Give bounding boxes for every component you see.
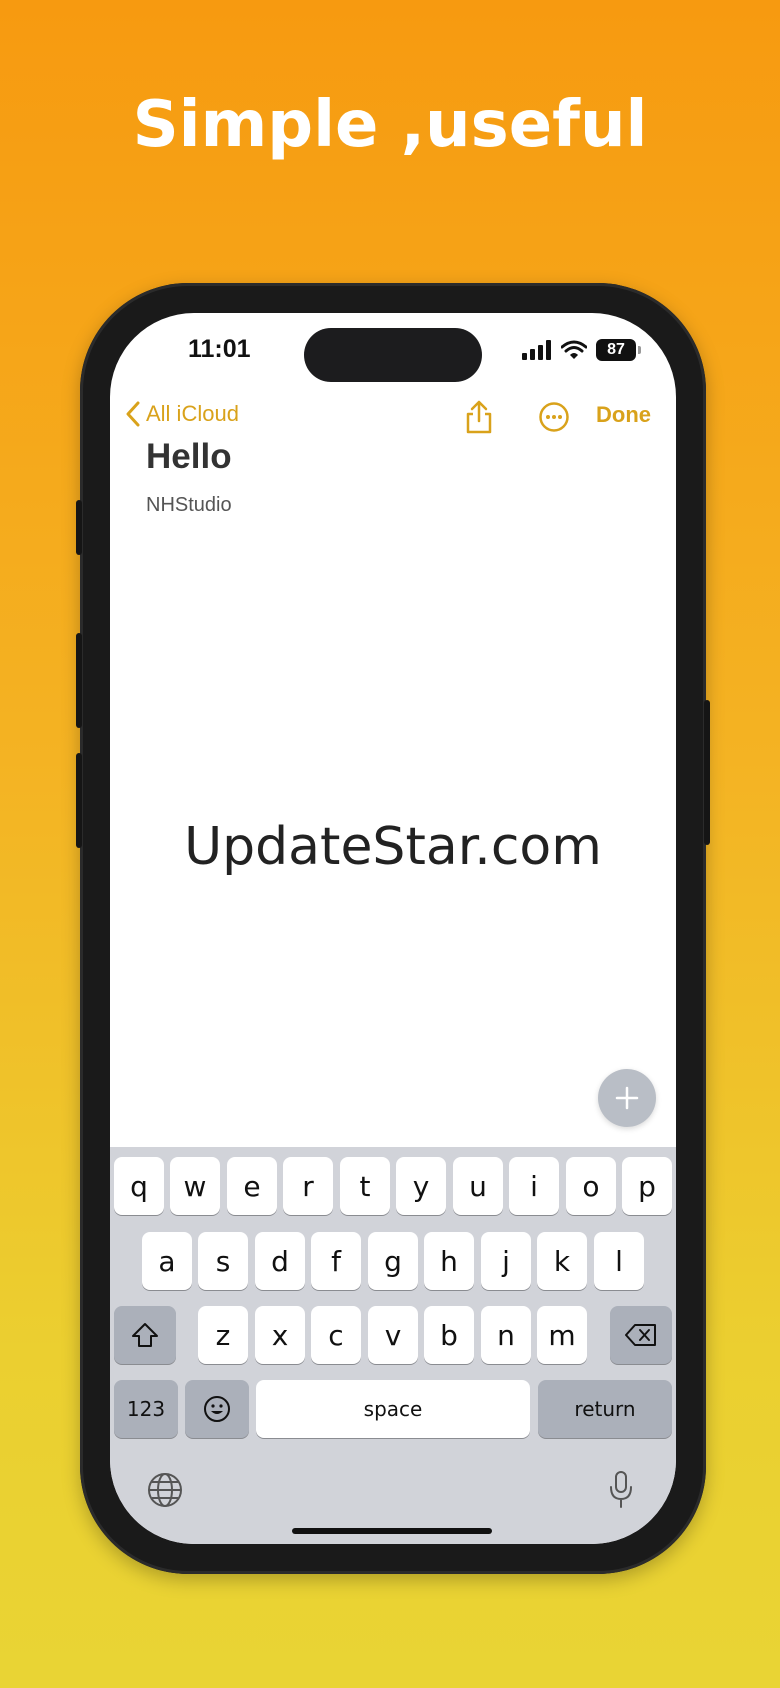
backspace-icon (625, 1324, 656, 1346)
nav-bar: All iCloud Done (110, 393, 676, 443)
key-j[interactable]: j (481, 1232, 531, 1290)
key-v[interactable]: v (368, 1306, 418, 1364)
key-u[interactable]: u (453, 1157, 503, 1215)
key-a[interactable]: a (142, 1232, 192, 1290)
key-s[interactable]: s (198, 1232, 248, 1290)
headline: Simple ,useful (132, 88, 648, 162)
key-f[interactable]: f (311, 1232, 361, 1290)
key-n[interactable]: n (481, 1306, 531, 1364)
status-icons: 87 (522, 335, 641, 365)
share-icon[interactable] (464, 399, 494, 435)
plus-icon (615, 1086, 639, 1110)
key-b[interactable]: b (424, 1306, 474, 1364)
chevron-left-icon (126, 401, 140, 427)
action-button (76, 500, 82, 555)
home-indicator (292, 1528, 492, 1534)
status-time: 11:01 (188, 335, 251, 363)
key-o[interactable]: o (566, 1157, 616, 1215)
delete-key[interactable] (610, 1306, 672, 1364)
key-i[interactable]: i (509, 1157, 559, 1215)
dynamic-island (304, 328, 482, 382)
wifi-icon (561, 340, 587, 359)
key-c[interactable]: c (311, 1306, 361, 1364)
watermark: UpdateStar.com (184, 817, 602, 877)
ellipsis-circle-icon[interactable] (538, 401, 570, 433)
note-title[interactable]: Hello (146, 437, 232, 477)
keyboard: q w e r t y u i o p a s d f g h j k l z … (110, 1147, 676, 1544)
globe-icon[interactable] (146, 1471, 184, 1509)
note-body[interactable]: NHStudio (146, 494, 232, 517)
key-p[interactable]: p (622, 1157, 672, 1215)
signal-icon (522, 340, 551, 360)
key-k[interactable]: k (537, 1232, 587, 1290)
key-h[interactable]: h (424, 1232, 474, 1290)
add-button[interactable] (598, 1069, 656, 1127)
key-t[interactable]: t (340, 1157, 390, 1215)
battery-indicator: 87 (596, 339, 641, 361)
power-button (704, 700, 710, 845)
key-g[interactable]: g (368, 1232, 418, 1290)
volume-up-button (76, 633, 82, 728)
emoji-icon (204, 1396, 230, 1422)
key-z[interactable]: z (198, 1306, 248, 1364)
numbers-key[interactable]: 123 (114, 1380, 178, 1438)
volume-down-button (76, 753, 82, 848)
shift-key[interactable] (114, 1306, 176, 1364)
key-q[interactable]: q (114, 1157, 164, 1215)
back-button[interactable]: All iCloud (126, 401, 239, 427)
space-key[interactable]: space (256, 1380, 530, 1438)
shift-icon (132, 1323, 158, 1347)
microphone-icon[interactable] (606, 1469, 636, 1509)
key-x[interactable]: x (255, 1306, 305, 1364)
key-l[interactable]: l (594, 1232, 644, 1290)
return-key[interactable]: return (538, 1380, 672, 1438)
key-m[interactable]: m (537, 1306, 587, 1364)
key-w[interactable]: w (170, 1157, 220, 1215)
key-e[interactable]: e (227, 1157, 277, 1215)
key-y[interactable]: y (396, 1157, 446, 1215)
key-d[interactable]: d (255, 1232, 305, 1290)
done-button[interactable]: Done (596, 402, 651, 428)
key-r[interactable]: r (283, 1157, 333, 1215)
back-label: All iCloud (146, 401, 239, 426)
phone-screen: 11:01 87 All iCloud Done Hello NHStudio … (110, 313, 676, 1544)
emoji-key[interactable] (185, 1380, 249, 1438)
